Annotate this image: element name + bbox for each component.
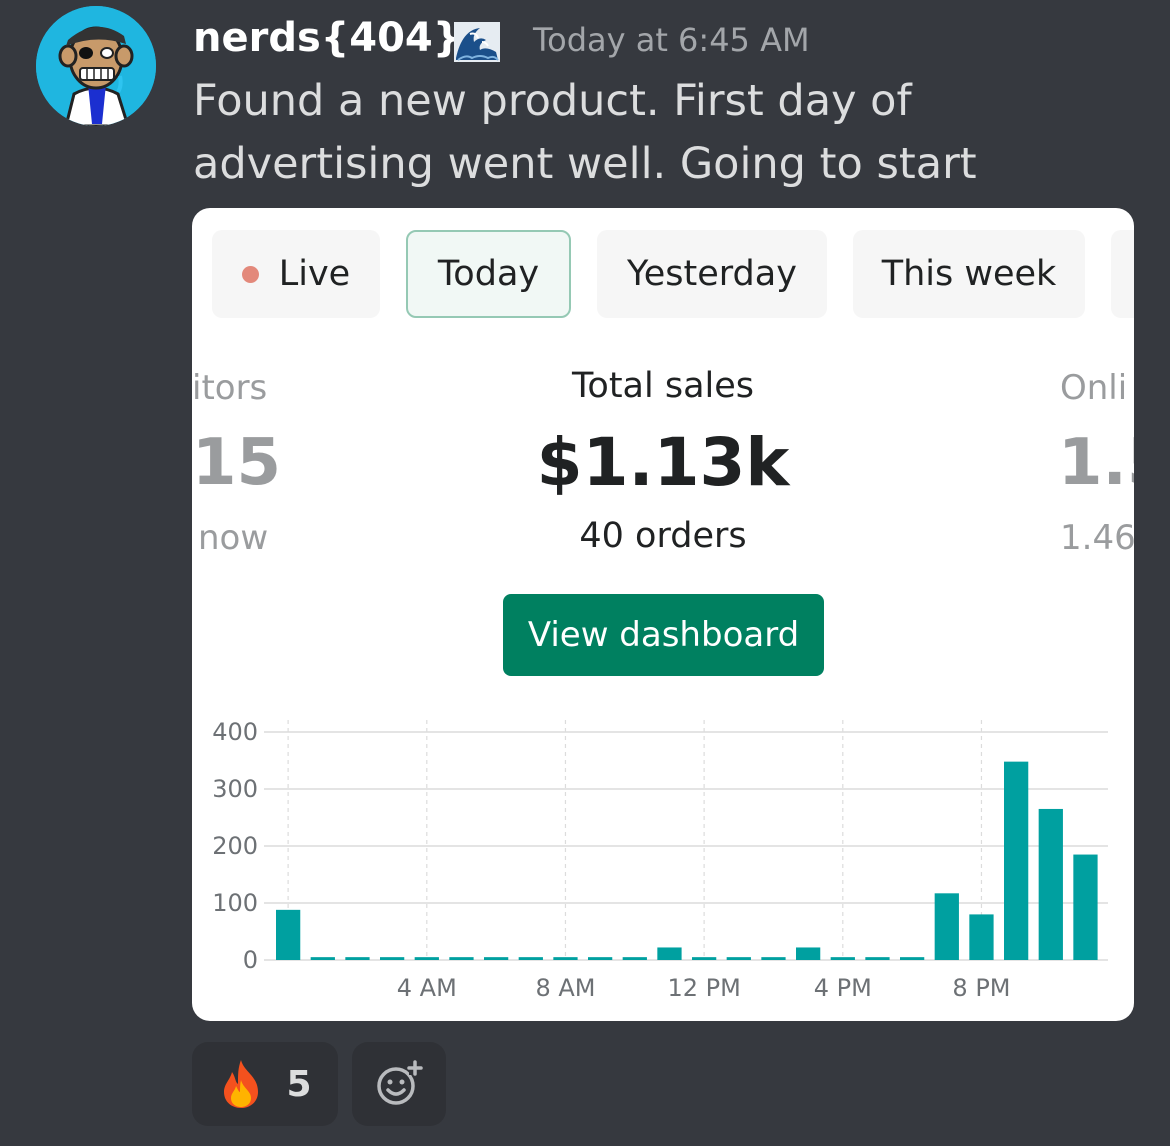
sales-bar-chart: 400 300 200 100 0 4 AM 8 AM 12 PM 4 PM 8 PM (212, 718, 1108, 1002)
chart-bar (1004, 761, 1029, 960)
total-sales-value: $1.13k (536, 424, 790, 501)
tab-label: Live (278, 254, 351, 294)
x-tick-label: 4 AM (397, 974, 457, 1002)
chart-bar (657, 947, 682, 960)
chart-bar (830, 957, 855, 960)
chart-bar (622, 957, 647, 960)
tab-label: This week (881, 254, 1057, 294)
chart-bar (969, 914, 994, 960)
x-tick-label: 8 AM (535, 974, 595, 1002)
chart-bar (761, 957, 786, 960)
chart-bar (692, 957, 717, 960)
chart-bar (796, 947, 821, 960)
message-timestamp: Today at 6:45 AM (533, 21, 810, 59)
tab-label: Yesterday (627, 254, 797, 294)
metric-online: Onli 1.5 1.46 (1058, 360, 1134, 560)
chart-bar (449, 957, 474, 960)
username[interactable]: nerds{404} (193, 12, 461, 64)
fire-icon (224, 1060, 259, 1108)
metric-title: Total sales (571, 366, 755, 406)
x-tick-label: 12 PM (667, 974, 740, 1002)
y-tick-label: 200 (212, 832, 258, 860)
chart-bar (380, 957, 405, 960)
chart-bar (518, 957, 543, 960)
metric-label: Onli (1060, 368, 1128, 408)
metric-value: 1.5 (1058, 426, 1134, 500)
metric-sub: now (198, 518, 269, 558)
chart-bar (1038, 808, 1063, 960)
tab-live[interactable]: Live (212, 230, 380, 318)
x-tick-label: 8 PM (952, 974, 1010, 1002)
chart-bar (484, 957, 509, 960)
chart-bar (414, 957, 439, 960)
chart-bar (310, 957, 335, 960)
reaction-count: 5 (286, 1063, 312, 1105)
tab-this-week[interactable]: This week (853, 230, 1085, 318)
y-tick-label: 400 (212, 718, 258, 746)
chart-bar (276, 909, 301, 960)
reaction-fire[interactable]: 5 (192, 1042, 338, 1126)
chart-bar (588, 957, 613, 960)
tab-more[interactable] (1111, 230, 1134, 318)
metric-label: itors (192, 368, 268, 408)
chart-bar (934, 893, 959, 960)
status-dot-icon (241, 265, 259, 283)
y-tick-label: 100 (212, 889, 258, 917)
user-avatar[interactable] (36, 6, 156, 126)
y-tick-label: 300 (212, 775, 258, 803)
orders-count: 40 orders (579, 516, 747, 556)
wave-icon (452, 20, 502, 64)
add-reaction-icon (377, 1060, 423, 1105)
chart-bar (345, 957, 370, 960)
metric-sub: 1.46 (1060, 518, 1134, 558)
metric-visitors: itors 15 now (192, 360, 292, 560)
add-reaction-button[interactable] (352, 1042, 446, 1126)
metric-value: 15 (192, 426, 282, 500)
x-tick-label: 4 PM (814, 974, 872, 1002)
chart-bar (865, 957, 890, 960)
chart-bar (900, 957, 925, 960)
chart-bar (1073, 854, 1098, 960)
view-dashboard-button[interactable]: View dashboard (503, 594, 824, 676)
y-tick-label: 0 (243, 946, 258, 974)
tab-today[interactable]: Today (406, 230, 571, 318)
tab-label: Today (437, 254, 540, 294)
chart-bar (553, 957, 578, 960)
chart-bar (726, 957, 751, 960)
tab-yesterday[interactable]: Yesterday (597, 230, 827, 318)
